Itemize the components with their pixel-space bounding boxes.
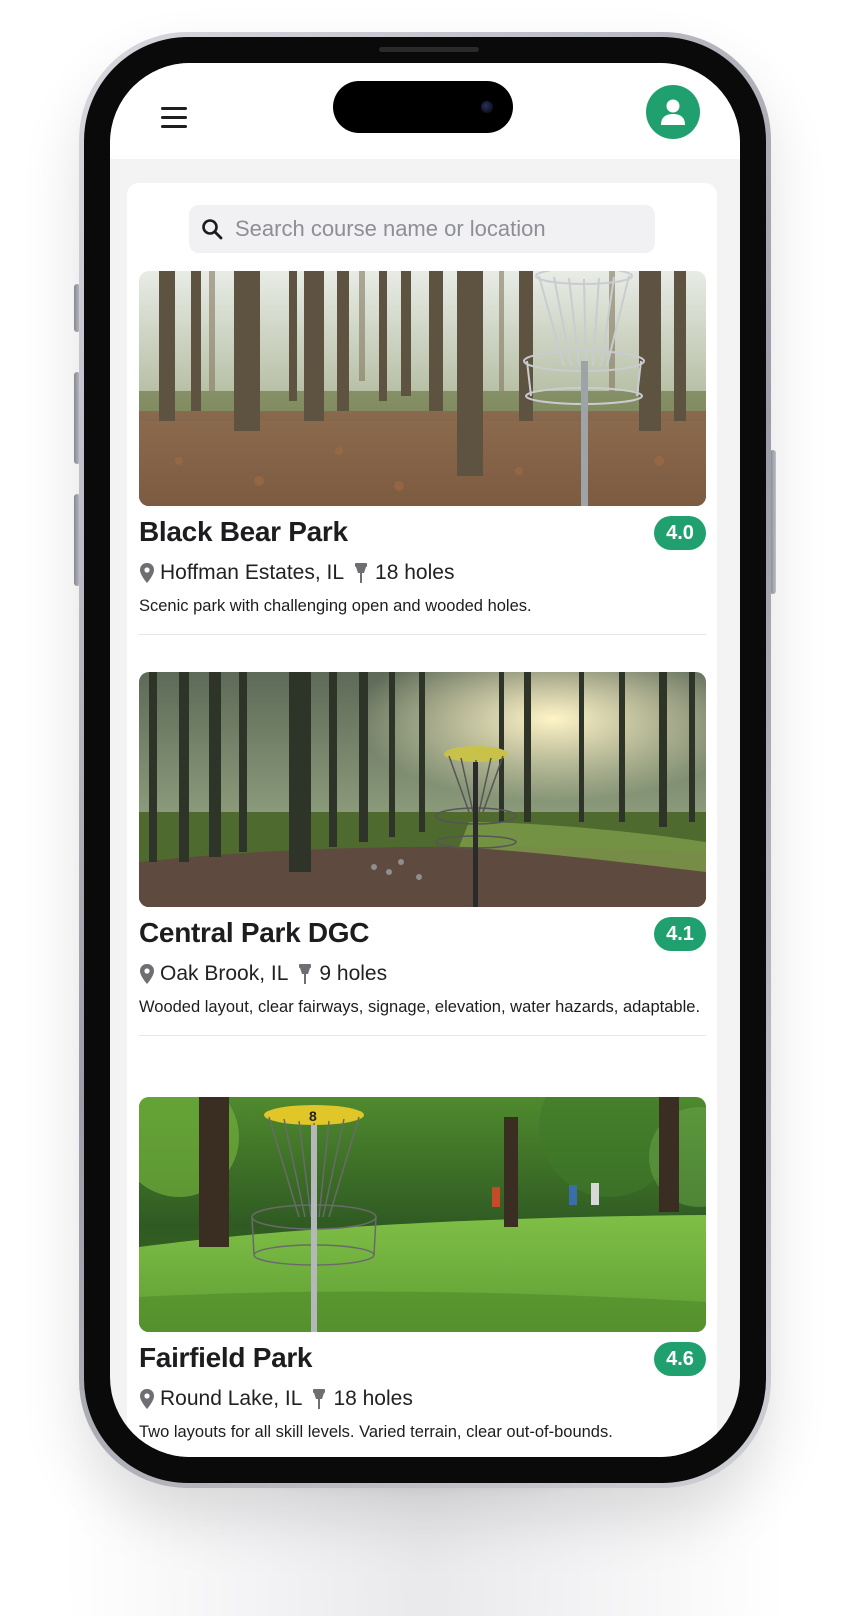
device-mockup: Black Bear Park 4.0 Hoffman Estates, IL [0,0,850,1616]
course-name[interactable]: Central Park DGC [139,917,369,949]
course-holes: 9 holes [319,962,388,985]
search-icon [202,219,223,240]
course-item[interactable]: Black Bear Park 4.0 Hoffman Estates, IL [139,271,706,635]
top-bar [110,63,740,159]
map-pin-icon [140,1389,154,1409]
course-location: Hoffman Estates, IL [160,561,345,584]
course-holes: 18 holes [333,1387,413,1410]
phone-bezel: Black Bear Park 4.0 Hoffman Estates, IL [84,37,766,1483]
course-list-card: Black Bear Park 4.0 Hoffman Estates, IL [127,183,717,1457]
profile-avatar-button[interactable] [646,85,700,139]
app-screen: Black Bear Park 4.0 Hoffman Estates, IL [110,63,740,1457]
menu-bar [161,115,187,119]
menu-bar [161,106,187,110]
rating-badge: 4.0 [654,516,706,550]
search-input[interactable] [233,215,637,243]
map-pin-icon [140,563,154,583]
basket-pin-icon [299,964,312,984]
course-description: Two layouts for all skill levels. Varied… [139,1423,613,1441]
earpiece-speaker [379,47,479,52]
divider [139,1035,706,1036]
basket-pin-icon [313,1389,326,1409]
course-item[interactable]: 8 Fairfield Park 4.6 Round Lake, IL 18 h… [139,1097,706,1444]
front-camera [481,101,493,113]
search-bar[interactable] [189,205,655,253]
course-photo[interactable] [139,271,706,506]
course-location: Round Lake, IL [160,1387,303,1410]
basket-number: 8 [309,1108,317,1124]
rating-badge: 4.1 [654,917,706,951]
course-photo[interactable] [139,672,706,907]
course-header: Central Park DGC 4.1 [139,913,706,959]
user-avatar-icon [661,99,685,125]
dynamic-island [333,81,513,133]
course-name[interactable]: Black Bear Park [139,516,348,548]
course-holes: 18 holes [375,561,455,584]
rating-badge: 4.6 [654,1342,706,1376]
course-photo[interactable]: 8 [139,1097,706,1332]
course-meta: Oak Brook, IL 9 holes [139,959,706,989]
course-name[interactable]: Fairfield Park [139,1342,313,1374]
course-meta: Hoffman Estates, IL 18 holes [139,558,706,588]
course-description: Wooded layout, clear fairways, signage, … [139,998,701,1016]
course-description: Scenic park with challenging open and wo… [139,597,532,615]
menu-bar [161,124,187,128]
divider [139,634,706,635]
course-item[interactable]: Central Park DGC 4.1 Oak Brook, IL 9 hol… [139,672,706,1036]
map-pin-icon [140,964,154,984]
course-meta: Round Lake, IL 18 holes [139,1384,706,1414]
hamburger-menu-button[interactable] [150,97,196,137]
basket-pin-icon [355,563,368,583]
course-header: Black Bear Park 4.0 [139,512,706,558]
course-header: Fairfield Park 4.6 [139,1338,706,1384]
phone-frame: Black Bear Park 4.0 Hoffman Estates, IL [79,32,771,1488]
course-location: Oak Brook, IL [160,962,289,985]
